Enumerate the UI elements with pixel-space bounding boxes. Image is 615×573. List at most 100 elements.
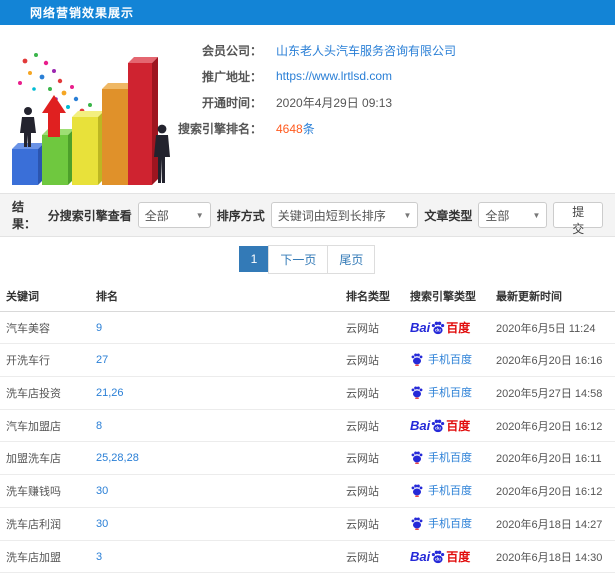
engine-type-cell: 手机百度 — [404, 343, 490, 377]
mobile-baidu-label: 手机百度 — [428, 485, 472, 497]
baidu-paw-icon — [411, 451, 423, 464]
baidu-logo: Bai du 百度 — [410, 548, 470, 565]
page-header: 网络营销效果展示 — [0, 0, 615, 25]
article-filter-value: 全部 — [485, 208, 510, 223]
baidu-logo-text: Bai — [410, 549, 431, 564]
rank-link[interactable]: 27 — [96, 354, 108, 366]
promo-url-link[interactable]: https://www.lrtlsd.com — [276, 69, 392, 83]
keyword-cell: 加盟洗车店 — [0, 441, 90, 475]
engine-rank-value: 4648条 — [276, 120, 315, 137]
engine-type-cell: 手机百度 — [404, 507, 490, 541]
engine-type-cell: 手机百度 — [404, 474, 490, 508]
svg-text:du: du — [435, 327, 441, 332]
table-row: 汽车美容 9 云网站 Bai du 百度 2020年6月5日 11:24 — [0, 311, 615, 344]
article-filter-select[interactable]: 全部 ▼ — [478, 202, 548, 228]
baidu-logo-cn: 百度 — [446, 419, 471, 433]
baidu-paw-icon: du — [432, 419, 445, 432]
baidu-paw-icon — [411, 484, 423, 497]
table-row: 洗车赚钱吗 30 云网站 手机百度 2020年6月20日 16:12 — [0, 474, 615, 508]
engine-type-cell: Bai du 百度 — [404, 409, 490, 442]
company-info-section: 会员公司： 山东老人头汽车服务咨询有限公司 推广地址： https://www.… — [0, 25, 615, 193]
engine-rank-row: 搜索引擎排名： 4648条 — [172, 115, 615, 141]
last-page-button[interactable]: 尾页 — [327, 244, 376, 274]
results-table: 关键词 排名 排名类型 搜索引擎类型 最新更新时间 汽车美容 9 云网站 Bai du 百… — [0, 281, 615, 573]
rank-type-cell: 云网站 — [340, 311, 404, 344]
page-1-button[interactable]: 1 — [238, 246, 270, 272]
engine-rank-label: 搜索引擎排名： — [177, 121, 262, 136]
table-row: 洗车店加盟 3 云网站 Bai du 百度 2020年6月18日 14:30 — [0, 540, 615, 573]
update-time-cell: 2020年6月20日 16:16 — [490, 343, 615, 377]
rank-cell: 27 — [90, 343, 340, 377]
table-row: 洗车店利润 30 云网站 手机百度 2020年6月18日 14:27 — [0, 507, 615, 541]
table-row: 洗车店投资 21,26 云网站 手机百度 2020年5月27日 14:58 — [0, 376, 615, 410]
rank-link[interactable]: 30 — [96, 485, 108, 497]
engine-type-cell: Bai du 百度 — [404, 311, 490, 344]
mobile-baidu-logo: 手机百度 — [410, 515, 472, 531]
person-left — [20, 107, 36, 147]
update-time-cell: 2020年6月18日 14:27 — [490, 507, 615, 541]
rank-type-cell: 云网站 — [340, 376, 404, 410]
rank-cell: 21,26 — [90, 376, 340, 410]
results-table-body: 汽车美容 9 云网站 Bai du 百度 2020年6月5日 11:24 开洗车行 27 云网站手… — [0, 311, 615, 573]
mobile-baidu-label: 手机百度 — [428, 387, 472, 399]
rank-cell: 3 — [90, 540, 340, 573]
mobile-baidu-label: 手机百度 — [428, 354, 472, 366]
table-row: 开洗车行 27 云网站 手机百度 2020年6月20日 16:16 — [0, 343, 615, 377]
rank-cell: 25,28,28 — [90, 441, 340, 475]
baidu-logo-text: Bai — [410, 418, 431, 433]
engine-type-cell: 手机百度 — [404, 441, 490, 475]
open-time-row: 开通时间： 2020年4月29日 09:13 — [172, 89, 615, 115]
baidu-paw-icon — [411, 353, 423, 366]
rank-link[interactable]: 8 — [96, 420, 102, 432]
rank-cell: 30 — [90, 474, 340, 508]
mobile-baidu-logo: 手机百度 — [410, 351, 472, 367]
chevron-down-icon: ▼ — [532, 210, 541, 220]
update-time-cell: 2020年6月5日 11:24 — [490, 311, 615, 344]
mobile-baidu-label: 手机百度 — [428, 518, 472, 530]
table-row: 汽车加盟店 8 云网站 Bai du 百度 2020年6月20日 16:12 — [0, 409, 615, 442]
keyword-cell: 汽车美容 — [0, 311, 90, 344]
member-company-row: 会员公司： 山东老人头汽车服务咨询有限公司 — [172, 37, 615, 63]
keyword-cell: 开洗车行 — [0, 343, 90, 377]
rank-cell: 8 — [90, 409, 340, 442]
member-company-link[interactable]: 山东老人头汽车服务咨询有限公司 — [276, 42, 456, 59]
svg-text:du: du — [435, 425, 441, 430]
page-title: 网络营销效果展示 — [30, 6, 135, 20]
rank-link[interactable]: 9 — [96, 322, 102, 334]
baidu-logo: Bai du 百度 — [410, 417, 470, 434]
col-engine-type: 搜索引擎类型 — [404, 281, 490, 312]
keyword-cell: 汽车加盟店 — [0, 409, 90, 442]
rank-type-cell: 云网站 — [340, 441, 404, 475]
rank-link[interactable]: 21,26 — [96, 387, 124, 399]
engine-filter-select[interactable]: 全部 ▼ — [137, 202, 211, 228]
col-rank-type: 排名类型 — [340, 281, 404, 312]
keyword-cell: 洗车赚钱吗 — [0, 474, 90, 508]
baidu-paw-icon: du — [432, 321, 445, 334]
member-company-label: 会员公司： — [201, 43, 262, 58]
rank-type-cell: 云网站 — [340, 409, 404, 442]
update-time-cell: 2020年6月18日 14:30 — [490, 540, 615, 573]
col-update-time: 最新更新时间 — [490, 281, 615, 312]
app-window: 网络营销效果展示 会员公司： 山东老人头汽车服务咨询有限公司 推广地址： htt… — [0, 0, 615, 573]
next-page-button[interactable]: 下一页 — [268, 244, 329, 274]
sort-filter-label: 排序方式 — [216, 208, 265, 223]
rank-link[interactable]: 3 — [96, 551, 102, 563]
mobile-baidu-logo: 手机百度 — [410, 482, 472, 498]
table-header-row: 关键词 排名 排名类型 搜索引擎类型 最新更新时间 — [0, 281, 615, 312]
company-info-fields: 会员公司： 山东老人头汽车服务咨询有限公司 推广地址： https://www.… — [172, 25, 615, 193]
filter-controls: 分搜索引擎查看 全部 ▼ 排序方式 关键词由短到长排序 ▼ 文章类型 全部 ▼ … — [48, 202, 603, 236]
rank-link[interactable]: 25,28,28 — [96, 452, 139, 464]
rank-cell: 30 — [90, 507, 340, 541]
rank-type-cell: 云网站 — [340, 474, 404, 508]
submit-button[interactable]: 提交 — [553, 202, 603, 236]
open-time-label: 开通时间： — [201, 95, 262, 110]
col-rank: 排名 — [90, 281, 340, 312]
baidu-paw-icon — [411, 386, 423, 399]
sort-filter-select[interactable]: 关键词由短到长排序 ▼ — [270, 202, 419, 228]
article-filter-label: 文章类型 — [424, 208, 473, 223]
promo-url-row: 推广地址： https://www.lrtlsd.com — [172, 63, 615, 89]
engine-rank-unit: 条 — [302, 121, 315, 136]
mobile-baidu-logo: 手机百度 — [410, 384, 472, 400]
filter-bar: 结果： 分搜索引擎查看 全部 ▼ 排序方式 关键词由短到长排序 ▼ 文章类型 全… — [0, 193, 615, 237]
update-time-cell: 2020年6月20日 16:12 — [490, 409, 615, 442]
